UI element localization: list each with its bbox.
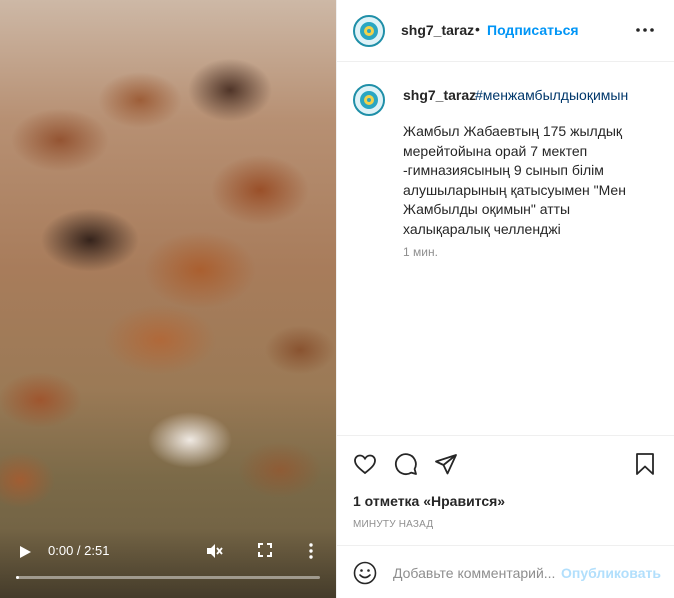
caption-avatar[interactable] [353,84,385,116]
post-actions: 1 отметка «Нравится» МИНУТУ НАЗАД [337,435,674,545]
heart-icon[interactable] [353,452,377,476]
caption-username[interactable]: shg7_taraz [403,87,476,103]
more-horizontal-icon[interactable] [635,20,655,40]
post-timestamp[interactable]: МИНУТУ НАЗАД [353,519,433,530]
post-sidebar: shg7_taraz • Подписаться shg7_taraz #мен… [336,0,674,598]
header-separator: • [475,21,480,37]
caption-text: Жамбыл Жабаевтың 175 жылдық мерейтойына … [403,123,626,237]
school-logo-icon [360,91,378,109]
avatar[interactable] [353,15,385,47]
follow-button[interactable]: Подписаться [487,22,579,38]
comment-icon[interactable] [394,452,418,476]
publish-button[interactable]: Опубликовать [561,565,661,581]
share-icon[interactable] [434,452,458,476]
likes-count[interactable]: 1 отметка «Нравится» [353,493,505,509]
play-icon[interactable] [18,545,32,559]
post-video[interactable]: 0:00 / 2:51 [0,0,336,598]
header-username[interactable]: shg7_taraz [401,22,474,38]
comment-bar: Опубликовать [337,545,674,598]
school-logo-icon [360,22,378,40]
caption-time[interactable]: 1 мин. [403,245,438,259]
post-header: shg7_taraz • Подписаться [337,0,674,62]
emoji-icon[interactable] [353,561,377,585]
bookmark-icon[interactable] [633,452,657,476]
mute-icon[interactable] [206,543,224,559]
comment-input[interactable] [393,562,559,584]
video-progress-track[interactable] [16,576,320,579]
fullscreen-icon[interactable] [258,543,272,557]
video-progress-fill [16,576,19,579]
caption-hashtag[interactable]: #менжамбылдыоқимын [475,87,628,103]
video-time: 0:00 / 2:51 [48,543,110,558]
more-vertical-icon[interactable] [306,543,316,559]
video-controls-overlay [0,528,336,598]
